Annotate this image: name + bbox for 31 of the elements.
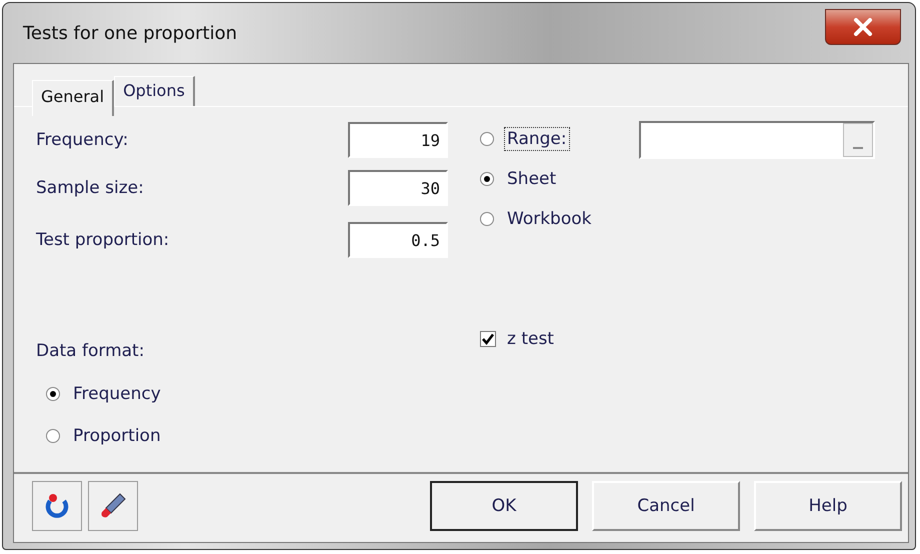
radio-label: Sheet bbox=[506, 168, 558, 191]
radio-button[interactable] bbox=[480, 132, 494, 146]
dialog-button[interactable]: Cancel bbox=[592, 481, 740, 531]
field-label: Sample size: bbox=[36, 178, 144, 198]
window-title: Tests for one proportion bbox=[23, 22, 237, 44]
input-field[interactable]: 30 bbox=[348, 170, 448, 206]
dialog-button[interactable]: OK bbox=[430, 481, 578, 531]
range-field[interactable] bbox=[638, 121, 874, 159]
radio-label: Range: bbox=[504, 127, 570, 151]
tab[interactable]: General bbox=[32, 80, 114, 116]
radio-button[interactable] bbox=[480, 212, 494, 226]
radio-label: Workbook bbox=[506, 208, 592, 231]
eraser-button[interactable] bbox=[88, 481, 138, 531]
radio-label: Frequency bbox=[72, 383, 162, 406]
radio-button[interactable] bbox=[480, 172, 494, 186]
radio-button[interactable] bbox=[46, 387, 60, 401]
checkbox[interactable] bbox=[480, 331, 496, 347]
radio-label: Proportion bbox=[72, 425, 162, 448]
checkbox-label: z test bbox=[506, 328, 555, 351]
input-field[interactable]: 0.5 bbox=[348, 222, 448, 258]
close-button[interactable] bbox=[825, 9, 901, 45]
close-icon bbox=[852, 18, 874, 36]
field-label: Test proportion: bbox=[36, 230, 170, 250]
dash-icon bbox=[852, 146, 862, 150]
dialog-button[interactable]: Help bbox=[754, 481, 902, 531]
field-label: Frequency: bbox=[36, 130, 128, 150]
tab[interactable]: Options bbox=[114, 76, 195, 106]
input-field[interactable]: 19 bbox=[348, 122, 448, 158]
radio-button[interactable] bbox=[46, 429, 60, 443]
data-format-label: Data format: bbox=[36, 341, 146, 361]
reset-button[interactable] bbox=[32, 481, 82, 531]
